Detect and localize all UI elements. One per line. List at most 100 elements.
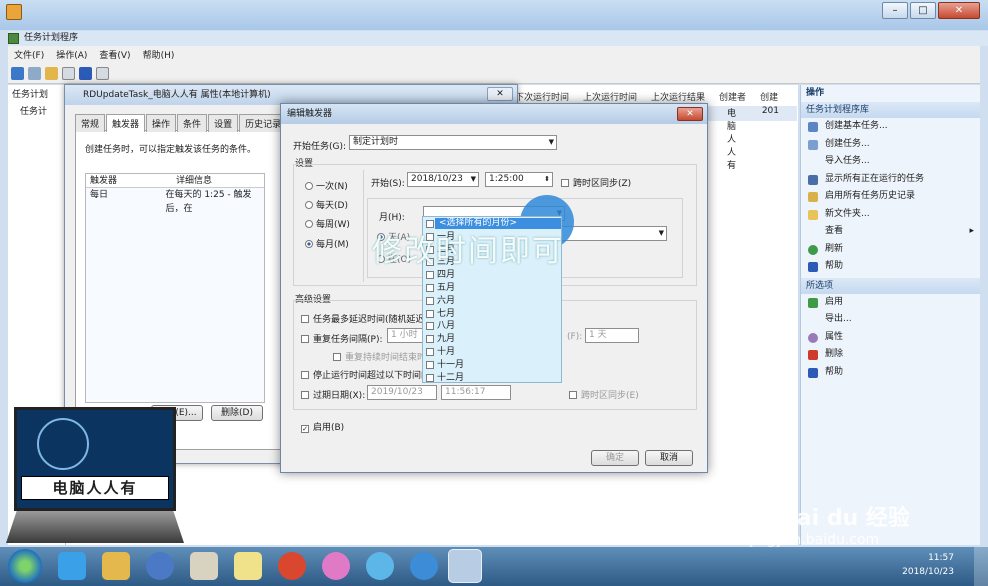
close-button[interactable]: ✕ (938, 2, 980, 19)
month-checkbox[interactable] (426, 309, 434, 318)
action-create-task[interactable]: 创建任务... (801, 136, 980, 154)
list-item[interactable]: 十二月 (423, 372, 561, 385)
tab-general[interactable]: 常规 (75, 114, 106, 132)
list-item[interactable]: 六月 (423, 295, 561, 308)
expire-sync-checkbox[interactable]: 跨时区同步(E) (569, 388, 639, 401)
expire-date-picker[interactable]: 2019/10/23 (367, 385, 437, 400)
media-center-icon[interactable] (146, 552, 174, 580)
action-create-basic-task[interactable]: 创建基本任务... (801, 118, 980, 136)
month-checkbox[interactable] (426, 322, 434, 331)
show-desktop-button[interactable] (974, 547, 988, 586)
start-date-picker[interactable]: 2018/10/23 ▼ (407, 172, 479, 187)
notes-icon[interactable] (234, 552, 262, 580)
expire-sync-box[interactable] (569, 391, 577, 399)
paint-icon[interactable] (190, 552, 218, 580)
cancel-button[interactable]: 取消 (645, 450, 693, 466)
start-button[interactable] (8, 549, 42, 583)
system-clock[interactable]: 11:57 2018/10/23 (902, 551, 954, 579)
month-checkbox[interactable] (426, 296, 434, 305)
action-new-folder[interactable]: 新文件夹... (801, 206, 980, 224)
tab-triggers[interactable]: 触发器 (106, 114, 146, 132)
duration-select[interactable]: 1 天 (585, 328, 639, 343)
col-trigger[interactable]: 触发器 (86, 174, 172, 187)
tab-settings[interactable]: 设置 (208, 114, 239, 132)
delay-box[interactable] (301, 315, 309, 323)
delete-trigger-button[interactable]: 删除(D) (211, 405, 263, 421)
cloud-icon[interactable] (410, 552, 438, 580)
menu-view[interactable]: 查看(V) (99, 48, 130, 61)
radio-monthly[interactable]: 每月(M) (305, 237, 349, 250)
tab-actions[interactable]: 操作 (146, 114, 177, 132)
enabled-checkbox[interactable]: ✓ 启用(B) (301, 420, 344, 433)
col-created[interactable]: 创建 (760, 90, 778, 106)
expire-box[interactable] (301, 391, 309, 399)
col-author[interactable]: 创建者 (719, 90, 746, 106)
ok-button[interactable]: 确定 (591, 450, 639, 466)
action-help[interactable]: 帮助 (801, 258, 980, 276)
action-refresh[interactable]: 刷新 (801, 241, 980, 259)
tree-item-library[interactable]: 任务计 (8, 102, 65, 119)
radio-weekly-circle[interactable] (305, 220, 313, 228)
repeat-box[interactable] (301, 335, 309, 343)
enabled-box[interactable]: ✓ (301, 425, 309, 433)
list-item[interactable]: 七月 (423, 308, 561, 321)
action-view[interactable]: 查看 ▸ (801, 223, 980, 241)
radio-weekly[interactable]: 每周(W) (305, 217, 350, 230)
task-scheduler-taskbar-icon[interactable] (448, 549, 482, 583)
action-delete[interactable]: 删除 (801, 346, 980, 364)
menu-file[interactable]: 文件(F) (14, 48, 44, 61)
expire-checkbox[interactable]: 过期日期(X): (301, 388, 365, 401)
stop-running-checkbox[interactable]: 停止运行时间超过以下时间的 (301, 368, 430, 381)
tree-item-root[interactable]: 任务计划 (8, 85, 65, 102)
menu-help[interactable]: 帮助(H) (143, 48, 175, 61)
avatar-icon[interactable] (322, 552, 350, 580)
repeat-checkbox[interactable]: 重复任务间隔(P): (301, 332, 382, 345)
radio-once-circle[interactable] (305, 182, 313, 190)
action-export[interactable]: 导出... (801, 311, 980, 329)
action-properties[interactable]: 属性 (801, 329, 980, 347)
show-hide-tree-icon[interactable] (62, 66, 75, 80)
radio-once[interactable]: 一次(N) (305, 179, 348, 192)
up-folder-icon[interactable] (45, 66, 58, 80)
stop-running-box[interactable] (301, 371, 309, 379)
month-checkbox[interactable] (426, 283, 434, 292)
month-checkbox[interactable] (426, 335, 434, 344)
list-item[interactable]: 十月 (423, 346, 561, 359)
col-details[interactable]: 详细信息 (172, 174, 212, 187)
action-display-running[interactable]: 显示所有正在运行的任务 (801, 171, 980, 189)
edit-close-button[interactable]: ✕ (677, 107, 703, 121)
ie-icon[interactable] (58, 552, 86, 580)
list-item[interactable]: 九月 (423, 333, 561, 346)
maximize-button[interactable]: □ (910, 2, 936, 19)
action-enable-history[interactable]: 启用所有任务历史记录 (801, 188, 980, 206)
actions-section-selected[interactable]: 所选项 (801, 277, 980, 294)
radio-daily-circle[interactable] (305, 201, 313, 209)
action-import-task[interactable]: 导入任务... (801, 153, 980, 171)
list-item[interactable]: 八月 (423, 320, 561, 333)
action-help-2[interactable]: 帮助 (801, 364, 980, 382)
sync-timezone-box[interactable] (561, 179, 569, 187)
radio-monthly-circle[interactable] (305, 240, 313, 248)
actions-section-library[interactable]: 任务计划程序库 (801, 102, 980, 118)
forward-icon[interactable] (28, 66, 41, 80)
month-checkbox[interactable] (426, 271, 434, 280)
delay-checkbox[interactable]: 任务最多延迟时间(随机延迟)( (301, 312, 432, 325)
help-icon[interactable] (79, 66, 92, 80)
radio-daily[interactable]: 每天(D) (305, 198, 348, 211)
list-item[interactable]: 五月 (423, 282, 561, 295)
game-icon[interactable] (278, 552, 306, 580)
stop-at-end-box[interactable] (333, 353, 341, 361)
tab-conditions[interactable]: 条件 (177, 114, 208, 132)
list-item[interactable]: 十一月 (423, 359, 561, 372)
table-row[interactable]: 每日 在每天的 1:25 - 触发后，在 (86, 188, 264, 214)
menu-action[interactable]: 操作(A) (56, 48, 87, 61)
stop-at-end-checkbox[interactable]: 重复持续时间结束时 (333, 350, 426, 363)
sync-timezone-checkbox[interactable]: 跨时区同步(Z) (561, 176, 631, 189)
minimize-button[interactable]: – (882, 2, 908, 19)
month-checkbox[interactable] (426, 360, 434, 369)
back-icon[interactable] (11, 66, 24, 80)
expire-time-spinner[interactable]: 11:56:17 (441, 385, 511, 400)
show-hide-actions-icon[interactable] (96, 66, 109, 80)
list-item[interactable]: 四月 (423, 269, 561, 282)
action-enable[interactable]: 启用 (801, 294, 980, 312)
